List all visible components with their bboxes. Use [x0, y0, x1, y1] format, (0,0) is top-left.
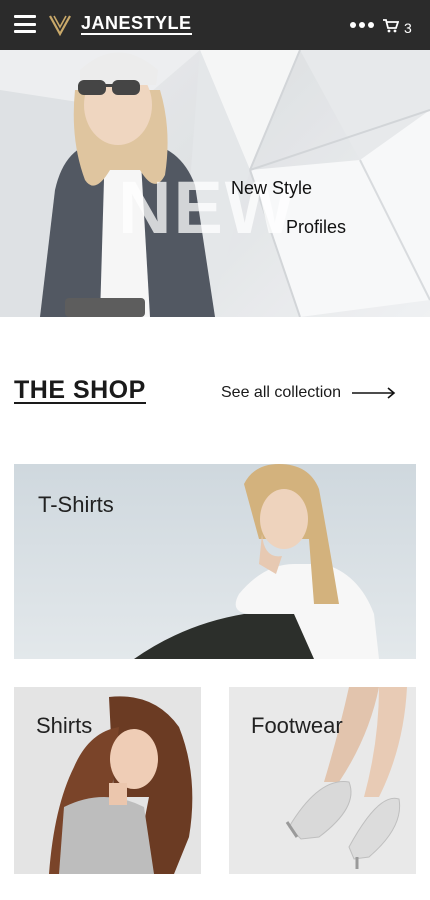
more-dots-icon[interactable]	[350, 22, 374, 28]
category-label-tshirts: T-Shirts	[38, 492, 114, 517]
category-tile-footwear[interactable]: Footwear	[229, 687, 416, 874]
cart-count-badge: 3	[404, 20, 412, 36]
see-all-label: See all collection	[221, 384, 342, 401]
hero-title-line1: New Style	[231, 178, 313, 198]
category-label-footwear: Footwear	[251, 713, 343, 738]
brand-logo[interactable]: JANESTYLE	[81, 14, 192, 35]
category-tile-tshirts[interactable]: T-Shirts	[14, 464, 416, 659]
top-bar: JANESTYLE 3	[0, 0, 430, 50]
arrow-right-icon	[352, 387, 396, 399]
logo-mark-icon[interactable]	[48, 13, 72, 37]
cart-icon	[383, 19, 399, 33]
category-tile-shirts[interactable]: Shirts	[14, 687, 201, 874]
hero-title-line2: Profiles	[286, 217, 347, 237]
hamburger-icon[interactable]	[14, 15, 36, 33]
cart-button[interactable]: 3	[383, 16, 412, 36]
section-title: THE SHOP	[14, 376, 146, 404]
category-label-shirts: Shirts	[36, 713, 93, 738]
see-all-collection-link[interactable]: See all collection	[221, 384, 396, 402]
hero-banner[interactable]: NEW New Style Profiles	[0, 50, 430, 317]
